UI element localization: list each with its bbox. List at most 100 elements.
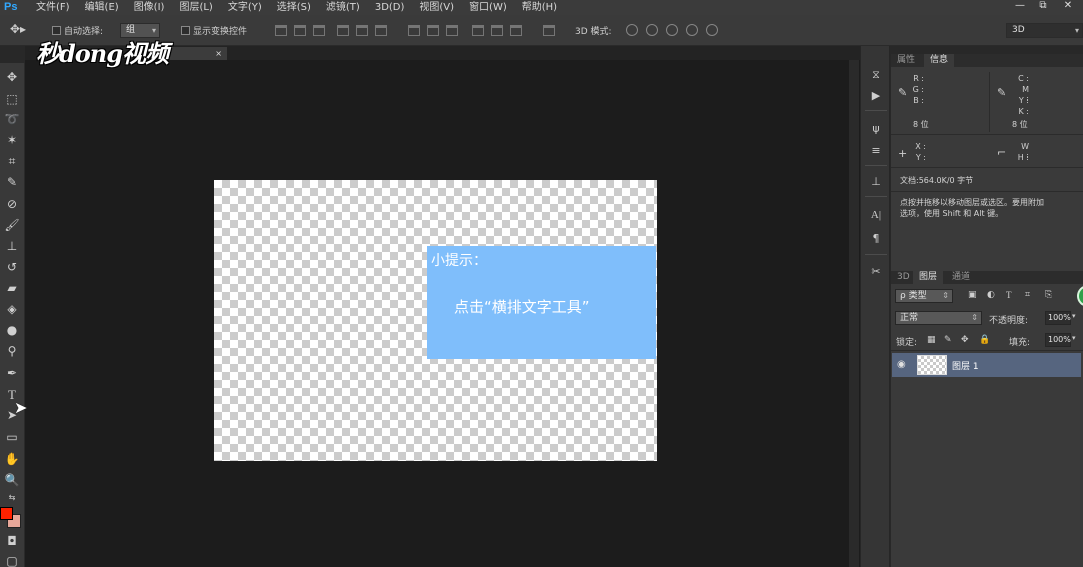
align-right-icon[interactable] xyxy=(375,25,387,36)
eyedropper-tool-icon[interactable]: ✎ xyxy=(3,174,21,190)
3d-rotate-icon[interactable] xyxy=(626,24,638,36)
menu-window[interactable]: 窗口(W) xyxy=(463,0,516,15)
auto-align-icon[interactable] xyxy=(543,25,555,36)
canvas-vertical-scrollbar[interactable] xyxy=(849,60,859,567)
align-left-icon[interactable] xyxy=(337,25,349,36)
character-panel-icon[interactable]: A| xyxy=(868,208,884,222)
blend-mode-dropdown[interactable]: 正常 xyxy=(895,311,982,325)
brush-presets-icon[interactable]: ψ xyxy=(868,122,884,136)
zoom-tool-icon[interactable]: 🔍 xyxy=(3,472,21,488)
canvas-area[interactable]: 小提示： 点击“横排文字工具” xyxy=(25,60,860,567)
menu-bar: Ps 文件(F) 编辑(E) 图像(I) 图层(L) 文字(Y) 选择(S) 滤… xyxy=(0,0,1083,15)
paint-bucket-tool-icon[interactable]: ◈ xyxy=(3,301,21,317)
filter-pixel-icon[interactable]: ▣ xyxy=(968,290,977,300)
lock-position-icon[interactable]: ✥ xyxy=(961,335,969,345)
tab-layers[interactable]: 图层 xyxy=(913,271,944,284)
tools-panel: ✥ ⬚ ➰ ✶ ⌗ ✎ ⊘ 🖌 ⊥ ↺ ▰ ◈ ● ⚲ ✒ T ➤ ▭ ✋ 🔍 … xyxy=(0,63,25,567)
align-bottom-icon[interactable] xyxy=(313,25,325,36)
opacity-chevron-icon[interactable]: ▾ xyxy=(1072,312,1076,320)
distribute-vcenter-icon[interactable] xyxy=(427,25,439,36)
minimize-button[interactable]: — xyxy=(1010,0,1030,12)
tool-presets-icon[interactable]: ✂ xyxy=(868,265,884,279)
layer-filter-dropdown[interactable]: ρ 类型 xyxy=(895,289,953,303)
quick-mask-icon[interactable]: ◘ xyxy=(3,533,21,549)
menu-3d[interactable]: 3D(D) xyxy=(369,0,414,15)
pen-tool-icon[interactable]: ✒ xyxy=(3,365,21,381)
3d-scale-icon[interactable] xyxy=(706,24,718,36)
menu-edit[interactable]: 编辑(E) xyxy=(79,0,128,15)
fill-input[interactable]: 100% xyxy=(1045,333,1071,347)
align-vcenter-icon[interactable] xyxy=(294,25,306,36)
document-canvas[interactable]: 小提示： 点击“横排文字工具” xyxy=(214,180,657,461)
info-r-label: R : xyxy=(913,74,924,83)
info-y-coord-label: Y : xyxy=(915,153,926,162)
3d-slide-icon[interactable] xyxy=(686,24,698,36)
menu-help[interactable]: 帮助(H) xyxy=(516,0,566,15)
tab-3d[interactable]: 3D xyxy=(891,271,916,284)
actions-panel-icon[interactable]: ▶ xyxy=(868,89,884,103)
menu-view[interactable]: 视图(V) xyxy=(413,0,463,15)
distribute-left-icon[interactable] xyxy=(472,25,484,36)
clone-source-icon[interactable]: ⊥ xyxy=(868,175,884,189)
magic-wand-tool-icon[interactable]: ✶ xyxy=(3,132,21,148)
visibility-eye-icon[interactable]: ◉ xyxy=(897,359,906,370)
distribute-hcenter-icon[interactable] xyxy=(491,25,503,36)
marquee-tool-icon[interactable]: ⬚ xyxy=(3,91,21,107)
workspace-dropdown[interactable]: 3D xyxy=(1006,23,1083,38)
show-transform-checkbox[interactable] xyxy=(181,26,190,35)
eraser-tool-icon[interactable]: ▰ xyxy=(3,280,21,296)
tab-info[interactable]: 信息 xyxy=(924,54,955,67)
filter-type-icon[interactable]: T xyxy=(1006,290,1012,300)
rectangle-tool-icon[interactable]: ▭ xyxy=(3,429,21,445)
foreground-color-swatch[interactable] xyxy=(0,507,13,520)
menu-file[interactable]: 文件(F) xyxy=(30,0,79,15)
menu-layer[interactable]: 图层(L) xyxy=(173,0,221,15)
filter-smart-object-icon[interactable]: ⎘ xyxy=(1045,290,1052,300)
lasso-tool-icon[interactable]: ➰ xyxy=(3,111,21,127)
3d-roll-icon[interactable] xyxy=(646,24,658,36)
distribute-top-icon[interactable] xyxy=(408,25,420,36)
menu-select[interactable]: 选择(S) xyxy=(271,0,320,15)
align-hcenter-icon[interactable] xyxy=(356,25,368,36)
menu-filter[interactable]: 滤镜(T) xyxy=(320,0,369,15)
3d-drag-icon[interactable] xyxy=(666,24,678,36)
layer-row[interactable]: ◉ 图层 1 xyxy=(892,353,1081,377)
lock-all-icon[interactable]: 🔒 xyxy=(979,335,990,345)
restore-button[interactable]: ⧉ xyxy=(1033,0,1053,12)
filter-shape-icon[interactable]: ⌗ xyxy=(1025,290,1030,300)
layer-name[interactable]: 图层 1 xyxy=(952,359,979,372)
close-button[interactable]: ✕ xyxy=(1058,0,1078,12)
menu-type[interactable]: 文字(Y) xyxy=(222,0,271,15)
distribute-right-icon[interactable] xyxy=(510,25,522,36)
move-tool-preset-icon[interactable]: ✥▸ xyxy=(10,22,26,36)
history-brush-tool-icon[interactable]: ↺ xyxy=(3,259,21,275)
crop-tool-icon[interactable]: ⌗ xyxy=(3,153,21,169)
opacity-input[interactable]: 100% xyxy=(1045,311,1071,325)
brush-tool-icon[interactable]: 🖌 xyxy=(3,217,21,233)
opacity-label: 不透明度: xyxy=(989,316,1029,326)
screen-mode-icon[interactable]: ▢ xyxy=(3,553,21,567)
info-bit-depth-left: 8 位 xyxy=(913,120,929,129)
lock-image-icon[interactable]: ✎ xyxy=(944,335,952,345)
info-c-label: C : xyxy=(1018,74,1029,83)
document-tab[interactable]: × xyxy=(165,47,227,60)
lock-transparent-icon[interactable]: ▦ xyxy=(927,335,936,345)
clone-stamp-tool-icon[interactable]: ⊥ xyxy=(3,238,21,254)
document-tab-close-icon[interactable]: × xyxy=(215,49,222,58)
swap-colors-icon[interactable]: ⇆ xyxy=(3,490,21,506)
paragraph-panel-icon[interactable]: ¶ xyxy=(868,232,884,246)
history-panel-icon[interactable]: ⧖ xyxy=(868,68,884,82)
menu-image[interactable]: 图像(I) xyxy=(128,0,174,15)
dodge-tool-icon[interactable]: ⚲ xyxy=(3,343,21,359)
filter-adjustment-icon[interactable]: ◐ xyxy=(987,290,995,300)
brush-panel-icon[interactable]: ≡ xyxy=(868,144,884,158)
healing-brush-tool-icon[interactable]: ⊘ xyxy=(3,196,21,212)
blur-tool-icon[interactable]: ● xyxy=(3,322,21,338)
tab-properties[interactable]: 属性 xyxy=(891,54,921,67)
align-top-icon[interactable] xyxy=(275,25,287,36)
distribute-bottom-icon[interactable] xyxy=(446,25,458,36)
tab-channels[interactable]: 通道 xyxy=(946,271,976,284)
hand-tool-icon[interactable]: ✋ xyxy=(3,451,21,467)
fill-chevron-icon[interactable]: ▾ xyxy=(1072,334,1076,342)
move-tool-icon[interactable]: ✥ xyxy=(3,69,21,85)
